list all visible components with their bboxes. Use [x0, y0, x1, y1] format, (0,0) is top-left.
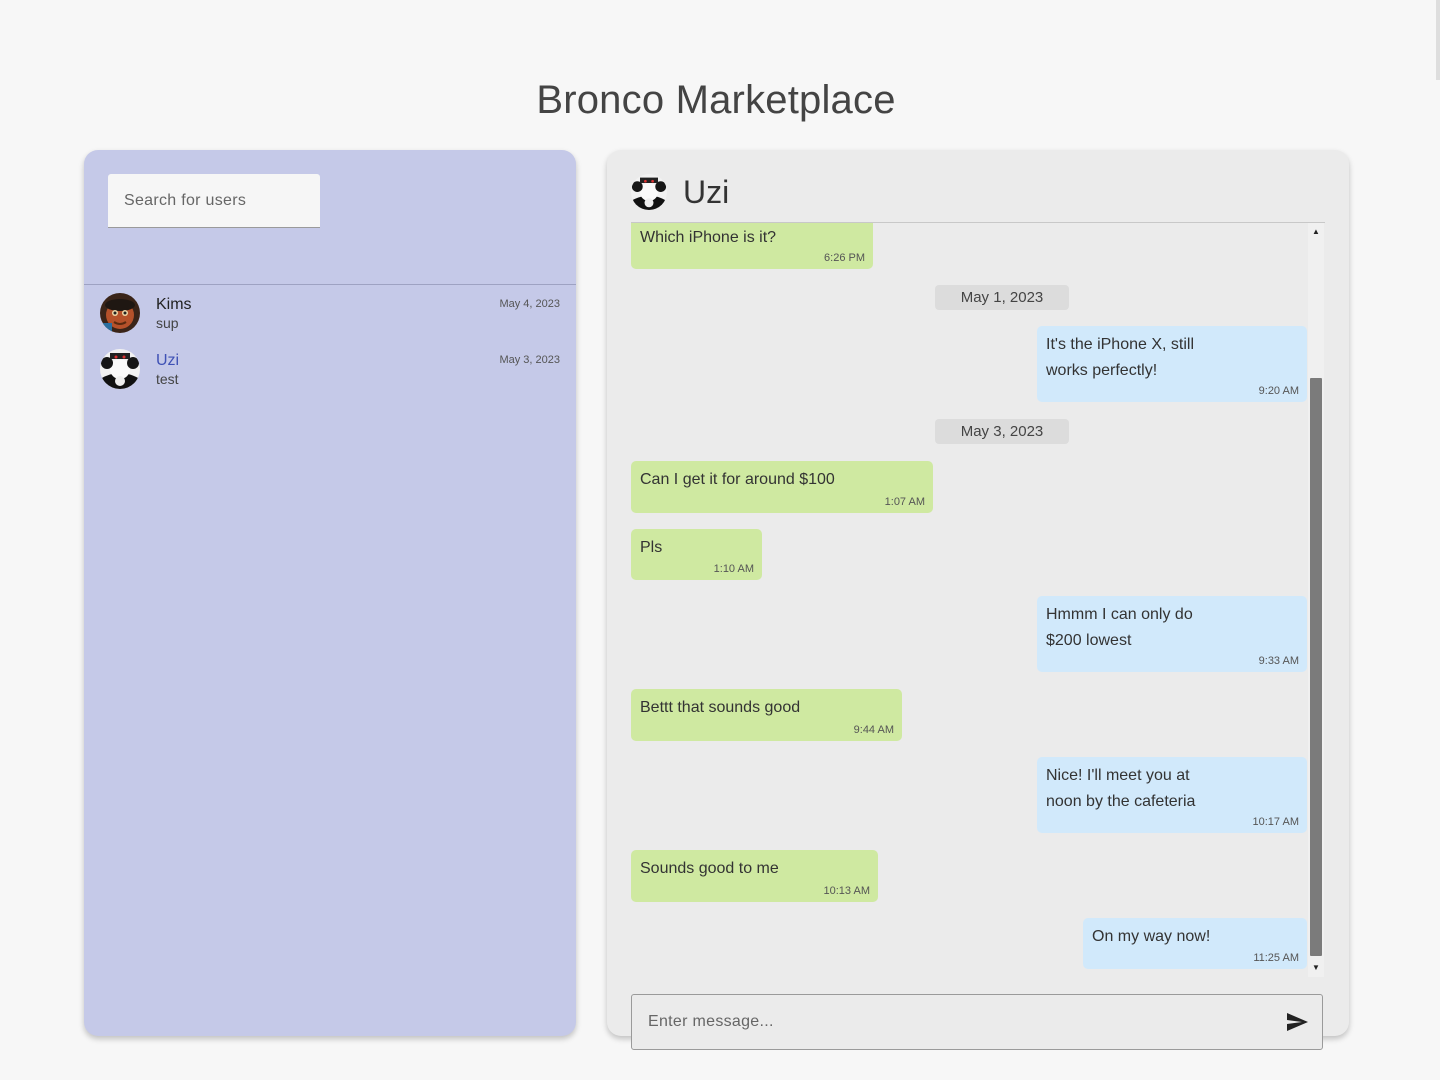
message-list: Which iPhone is it? 6:26 PM May 1, 2023 …	[631, 223, 1307, 973]
message-time: 9:33 AM	[1258, 655, 1299, 667]
message-bubble: Which iPhone is it? 6:26 PM	[631, 223, 873, 269]
message-time: 11:25 AM	[1253, 952, 1299, 964]
contact-date: May 4, 2023	[499, 298, 560, 310]
sidebar-divider	[84, 284, 576, 285]
message-bubble: Pls 1:10 AM	[631, 529, 762, 580]
message-text: Nice! I'll meet you at noon by the cafet…	[1046, 767, 1196, 810]
date-separator: May 1, 2023	[935, 285, 1069, 310]
window-edge	[1436, 0, 1440, 80]
message-composer	[631, 994, 1323, 1050]
send-button[interactable]	[1282, 1008, 1312, 1038]
avatar-kims	[100, 293, 140, 333]
scroll-up-icon[interactable]: ▲	[1308, 225, 1324, 239]
message-time: 10:17 AM	[1252, 816, 1299, 828]
chat-panel: Uzi Which iPhone is it? 6:26 PM May 1, 2…	[607, 150, 1349, 1050]
contact-list: Kims sup May 4, 2023 Uzi test May 3, 202…	[84, 290, 576, 402]
message-text: Hmmm I can only do $200 lowest	[1046, 606, 1193, 649]
message-text: Pls	[640, 539, 663, 556]
contact-name: Uzi	[156, 352, 180, 369]
message-bubble: It's the iPhone X, still works perfectly…	[1037, 326, 1307, 402]
message-scrollbar[interactable]: ▲ ▼	[1308, 223, 1324, 977]
message-input[interactable]	[632, 995, 1272, 1049]
message-bubble: On my way now! 11:25 AM	[1083, 918, 1307, 969]
message-text: Sounds good to me	[640, 860, 779, 877]
message-time: 10:13 AM	[823, 885, 870, 897]
message-text: Which iPhone is it?	[640, 229, 777, 246]
message-bubble: Nice! I'll meet you at noon by the cafet…	[1037, 757, 1307, 833]
message-text: On my way now!	[1092, 928, 1211, 945]
message-bubble: Bettt that sounds good 9:44 AM	[631, 689, 902, 741]
message-time: 9:20 AM	[1258, 385, 1299, 397]
message-time: 1:07 AM	[884, 496, 925, 508]
contacts-sidebar: Kims sup May 4, 2023 Uzi test	[84, 150, 576, 1036]
chat-header: Uzi	[631, 172, 729, 212]
contact-item-uzi[interactable]: Uzi test May 3, 2023	[84, 346, 576, 402]
message-time: 6:26 PM	[824, 252, 865, 264]
send-icon	[1287, 1012, 1308, 1031]
avatar-uzi	[100, 349, 140, 389]
message-bubble: Can I get it for around $100 1:07 AM	[631, 461, 933, 513]
message-time: 1:10 AM	[713, 563, 754, 575]
contact-name: Kims	[156, 296, 192, 313]
message-time: 9:44 AM	[853, 724, 894, 736]
chat-contact-name: Uzi	[683, 173, 730, 210]
message-text: Bettt that sounds good	[640, 699, 801, 716]
message-text: Can I get it for around $100	[640, 471, 835, 488]
message-bubble: Sounds good to me 10:13 AM	[631, 850, 878, 902]
contact-date: May 3, 2023	[499, 354, 560, 366]
date-separator: May 3, 2023	[935, 419, 1069, 444]
scrollbar-thumb[interactable]	[1310, 378, 1322, 956]
chat-avatar	[631, 174, 667, 210]
page-title: Bronco Marketplace	[536, 78, 896, 122]
message-text: It's the iPhone X, still works perfectly…	[1046, 336, 1195, 379]
scroll-down-icon[interactable]: ▼	[1308, 961, 1324, 975]
contact-preview: test	[156, 371, 179, 387]
search-field[interactable]	[108, 174, 320, 228]
contact-item-kims[interactable]: Kims sup May 4, 2023	[84, 290, 576, 346]
search-input[interactable]	[108, 174, 320, 227]
message-bubble: Hmmm I can only do $200 lowest 9:33 AM	[1037, 596, 1307, 672]
contact-preview: sup	[156, 315, 179, 331]
